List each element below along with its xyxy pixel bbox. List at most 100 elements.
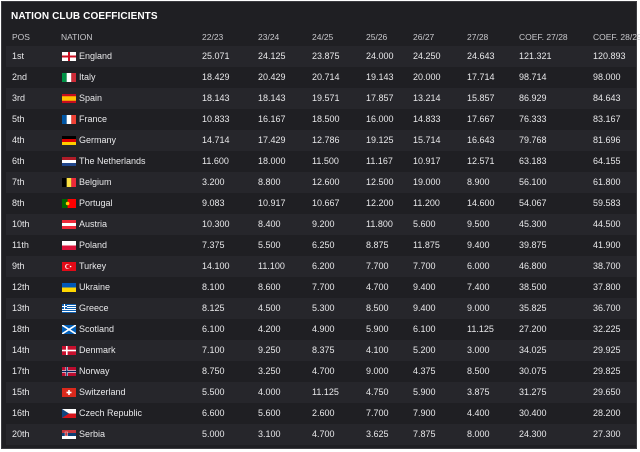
season-25-26-cell: 16.000 bbox=[366, 114, 394, 124]
table-row[interactable]: 18th Scotland 6.100 4.200 4.900 5.900 6.100 11.… bbox=[6, 319, 636, 340]
season-22-23-cell: 9.083 bbox=[202, 198, 225, 208]
coefficients-panel: NATION CLUB COEFFICIENTS POS NATION 22/2… bbox=[1, 1, 640, 449]
season-25-26-cell: 5.900 bbox=[366, 324, 389, 334]
header-nation[interactable]: NATION bbox=[61, 28, 92, 46]
table-row[interactable]: 7th Belgium 3.200 8.800 12.600 12.500 19.000 8.… bbox=[6, 172, 636, 193]
position-cell: 1st bbox=[12, 51, 25, 61]
season-23-24-cell: 5.500 bbox=[258, 240, 281, 250]
table-row[interactable]: 4th Germany 14.714 17.429 12.786 19.125 15.714… bbox=[6, 130, 636, 151]
table-row[interactable]: 5th France 10.833 16.167 18.500 16.000 14.833 1… bbox=[6, 109, 636, 130]
coef-27-28-cell: 24.300 bbox=[519, 429, 547, 439]
portugal-flag-icon bbox=[62, 199, 76, 208]
table-row[interactable]: 11th Poland 7.375 5.500 6.250 8.875 11.875 9.40… bbox=[6, 235, 636, 256]
season-24-25-cell: 6.250 bbox=[312, 240, 335, 250]
table-row[interactable]: 13th Greece 8.125 4.500 5.300 8.500 9.400 9.000… bbox=[6, 298, 636, 319]
season-24-25-cell: 11.500 bbox=[312, 156, 339, 166]
table-row[interactable]: 15th Switzerland 5.500 4.000 11.125 4.750 5.90… bbox=[6, 382, 636, 403]
header-season-27-28[interactable]: 27/28 bbox=[467, 28, 488, 46]
season-24-25-cell: 6.200 bbox=[312, 261, 335, 271]
season-22-23-cell: 8.750 bbox=[202, 366, 225, 376]
table-row[interactable]: 8th Portugal 9.083 10.917 10.667 12.200 11.200… bbox=[6, 193, 636, 214]
season-23-24-cell: 4.000 bbox=[258, 387, 281, 397]
position-cell: 16th bbox=[12, 408, 30, 418]
season-22-23-cell: 7.100 bbox=[202, 345, 225, 355]
spain-flag-icon bbox=[62, 94, 76, 103]
season-27-28-cell: 8.500 bbox=[467, 366, 490, 376]
header-pos[interactable]: POS bbox=[12, 28, 30, 46]
season-25-26-cell: 11.800 bbox=[366, 219, 393, 229]
season-22-23-cell: 25.071 bbox=[202, 51, 230, 61]
coef-28-29-cell: 27.300 bbox=[593, 429, 621, 439]
header-season-23-24[interactable]: 23/24 bbox=[258, 28, 279, 46]
season-24-25-cell: 4.700 bbox=[312, 366, 335, 376]
coef-27-28-cell: 121.321 bbox=[519, 51, 552, 61]
header-season-26-27[interactable]: 26/27 bbox=[413, 28, 434, 46]
coef-27-28-cell: 98.714 bbox=[519, 72, 547, 82]
season-24-25-cell: 12.600 bbox=[312, 177, 340, 187]
table-row[interactable]: 10th Austria 10.300 8.400 9.200 11.800 5.600 9.… bbox=[6, 214, 636, 235]
header-season-24-25[interactable]: 24/25 bbox=[312, 28, 333, 46]
season-23-24-cell: 17.429 bbox=[258, 135, 286, 145]
table-row[interactable]: 20th Serbia 5.000 3.100 4.700 3.625 7.875 8.000… bbox=[6, 424, 636, 445]
netherlands-flag-icon bbox=[62, 157, 76, 166]
nation-name: Ukraine bbox=[79, 282, 111, 292]
coef-27-28-cell: 30.400 bbox=[519, 408, 547, 418]
nation-name: Belgium bbox=[79, 177, 112, 187]
coef-28-29-cell: 83.167 bbox=[593, 114, 621, 124]
coef-27-28-cell: 27.200 bbox=[519, 324, 547, 334]
season-26-27-cell: 11.200 bbox=[413, 198, 440, 208]
nation-name: Turkey bbox=[79, 261, 107, 271]
table-row[interactable]: 6th The Netherlands 11.600 18.000 11.500 11.1… bbox=[6, 151, 636, 172]
season-26-27-cell: 6.100 bbox=[413, 324, 436, 334]
table-row[interactable]: 14th Denmark 7.100 9.250 8.375 4.100 5.200 3.00… bbox=[6, 340, 636, 361]
season-27-28-cell: 24.643 bbox=[467, 51, 495, 61]
coef-28-29-cell: 120.893 bbox=[593, 51, 626, 61]
season-23-24-cell: 3.250 bbox=[258, 366, 281, 376]
season-22-23-cell: 5.000 bbox=[202, 429, 225, 439]
table-row[interactable]: 2nd Italy 18.429 20.429 20.714 19.143 20.000 17… bbox=[6, 67, 636, 88]
season-24-25-cell: 4.900 bbox=[312, 324, 335, 334]
season-27-28-cell: 17.714 bbox=[467, 72, 495, 82]
table-row[interactable]: 9th Turkey 14.100 11.100 6.200 7.700 7.700 6.00… bbox=[6, 256, 636, 277]
header-season-22-23[interactable]: 22/23 bbox=[202, 28, 223, 46]
season-26-27-cell: 7.900 bbox=[413, 408, 436, 418]
nation-name: England bbox=[79, 51, 113, 61]
season-24-25-cell: 12.786 bbox=[312, 135, 340, 145]
season-26-27-cell: 20.000 bbox=[413, 72, 441, 82]
table-row[interactable]: 3rd Spain 18.143 18.143 19.571 17.857 13.214 15… bbox=[6, 88, 636, 109]
nation-name: Austria bbox=[79, 219, 108, 229]
table-row[interactable]: 1st England 25.071 24.125 23.875 24.000 24.250… bbox=[6, 46, 636, 67]
season-25-26-cell: 11.167 bbox=[366, 156, 393, 166]
panel-title: NATION CLUB COEFFICIENTS bbox=[11, 11, 158, 22]
season-25-26-cell: 8.500 bbox=[366, 303, 389, 313]
header-season-25-26[interactable]: 25/26 bbox=[366, 28, 387, 46]
table-row[interactable]: 17th Norway 8.750 3.250 4.700 9.000 4.375 8.500… bbox=[6, 361, 636, 382]
season-24-25-cell: 2.600 bbox=[312, 408, 335, 418]
season-25-26-cell: 19.125 bbox=[366, 135, 394, 145]
coef-28-29-cell: 84.643 bbox=[593, 93, 621, 103]
nation-name: Poland bbox=[79, 240, 108, 250]
coef-28-29-cell: 44.500 bbox=[593, 219, 621, 229]
table-row[interactable]: 16th Czech Republic 6.600 5.600 2.600 7.700 7.… bbox=[6, 403, 636, 424]
norway-flag-icon bbox=[62, 367, 76, 376]
coef-27-28-cell: 34.025 bbox=[519, 345, 547, 355]
position-cell: 8th bbox=[12, 198, 25, 208]
coef-28-29-cell: 59.583 bbox=[593, 198, 621, 208]
coef-28-29-cell: 81.696 bbox=[593, 135, 621, 145]
season-22-23-cell: 7.375 bbox=[202, 240, 225, 250]
nation-name: Portugal bbox=[79, 198, 113, 208]
coef-27-28-cell: 30.075 bbox=[519, 366, 547, 376]
header-coef-28-29[interactable]: COEF. 28/29 bbox=[593, 28, 640, 46]
season-25-26-cell: 3.625 bbox=[366, 429, 389, 439]
season-25-26-cell: 12.200 bbox=[366, 198, 394, 208]
header-coef-27-28[interactable]: COEF. 27/28 bbox=[519, 28, 568, 46]
season-26-27-cell: 13.214 bbox=[413, 93, 441, 103]
season-22-23-cell: 5.500 bbox=[202, 387, 225, 397]
table-row[interactable]: 12th Ukraine 8.100 8.600 7.700 4.700 9.400 7.40… bbox=[6, 277, 636, 298]
season-22-23-cell: 18.429 bbox=[202, 72, 230, 82]
coef-28-29-cell: 29.650 bbox=[593, 387, 621, 397]
season-23-24-cell: 18.143 bbox=[258, 93, 286, 103]
position-cell: 15th bbox=[12, 387, 30, 397]
season-24-25-cell: 19.571 bbox=[312, 93, 340, 103]
season-24-25-cell: 9.200 bbox=[312, 219, 335, 229]
